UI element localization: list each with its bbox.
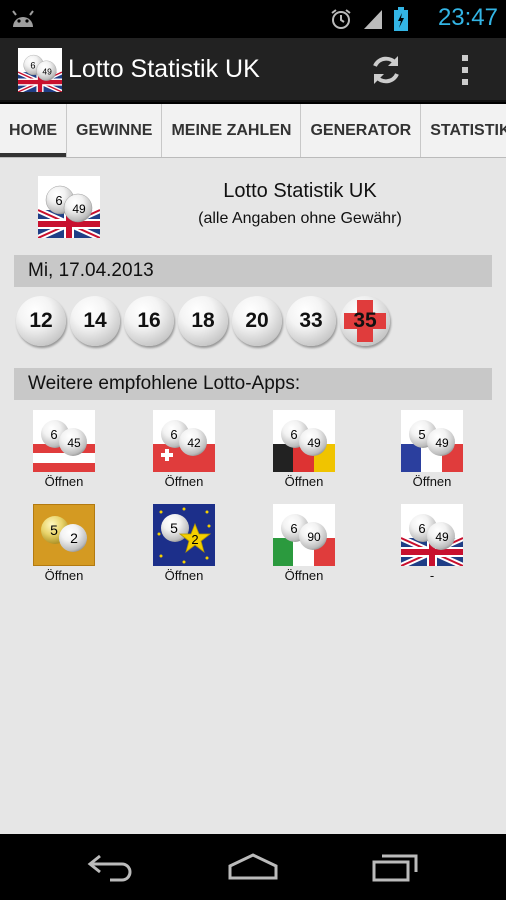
open-link[interactable]: Öffnen — [14, 568, 114, 583]
signal-icon — [364, 10, 382, 29]
svg-text:5: 5 — [50, 522, 58, 538]
svg-text:49: 49 — [42, 66, 52, 76]
tab-bar: HOME GEWINNE MEINE ZAHLEN GENERATOR STAT… — [0, 104, 506, 158]
app-title: Lotto Statistik UK — [68, 55, 260, 83]
lotto-6-49-uk-icon: 6 49 — [401, 504, 463, 566]
svg-text:2: 2 — [191, 532, 198, 547]
open-link[interactable]: Öffnen — [254, 474, 354, 489]
tab-home[interactable]: HOME — [0, 104, 67, 157]
svg-text:6: 6 — [50, 427, 57, 442]
svg-text:90: 90 — [307, 530, 321, 544]
open-link[interactable]: Öffnen — [134, 568, 234, 583]
svg-text:49: 49 — [72, 202, 86, 216]
svg-text:6: 6 — [30, 61, 35, 71]
draw-date: Mi, 17.04.2013 — [14, 255, 492, 287]
lotto-5-49-france-icon[interactable]: 5 49 — [401, 410, 463, 472]
app-tile[interactable]: 6 49 Öffnen — [254, 410, 354, 489]
svg-text:6: 6 — [418, 521, 425, 536]
app-tile[interactable]: 5 49 Öffnen — [382, 410, 482, 489]
svg-text:49: 49 — [307, 436, 321, 450]
svg-text:42: 42 — [187, 436, 201, 450]
open-link[interactable]: Öffnen — [254, 568, 354, 583]
tab-gewinne[interactable]: GEWINNE — [67, 104, 163, 157]
lotto-5-2-gold-icon[interactable]: 5 2 — [33, 504, 95, 566]
euromillions-5-2-icon[interactable]: 5 2 — [153, 504, 215, 566]
tab-generator[interactable]: GENERATOR — [301, 104, 422, 157]
bonus-ball: 35 — [340, 296, 390, 346]
svg-text:2: 2 — [70, 530, 78, 546]
lotto-uk-logo: 6 49 — [38, 176, 100, 238]
lotto-6-42-switzerland-icon[interactable]: 6 42 — [153, 410, 215, 472]
battery-icon — [394, 7, 408, 31]
svg-text:45: 45 — [67, 436, 81, 450]
overflow-menu-icon[interactable] — [455, 52, 475, 88]
draw-numbers: 12 14 16 18 20 33 35 — [16, 296, 390, 346]
app-tile[interactable]: 6 42 Öffnen — [134, 410, 234, 489]
svg-text:6: 6 — [290, 427, 297, 442]
lotto-ball: 14 — [70, 296, 120, 346]
recommended-heading: Weitere empfohlene Lotto-Apps: — [14, 368, 492, 400]
open-link[interactable]: Öffnen — [382, 474, 482, 489]
bonus-number: 35 — [353, 309, 377, 332]
action-bar: 6 49 Lotto Statistik UK — [0, 38, 506, 102]
app-logo-uk[interactable]: 6 49 — [18, 48, 62, 92]
app-tile[interactable]: 6 90 Öffnen — [254, 504, 354, 583]
svg-text:49: 49 — [435, 436, 449, 450]
svg-text:5: 5 — [170, 520, 178, 536]
lotto-6-45-austria-icon[interactable]: 6 45 — [33, 410, 95, 472]
open-link[interactable]: Öffnen — [14, 474, 114, 489]
lotto-ball: 33 — [286, 296, 336, 346]
app-tile[interactable]: 5 2 Öffnen — [134, 504, 234, 583]
svg-text:6: 6 — [290, 521, 297, 536]
lotto-ball: 18 — [178, 296, 228, 346]
alarm-icon — [331, 9, 351, 29]
clock: 23:47 — [437, 4, 498, 31]
refresh-icon[interactable] — [368, 52, 404, 88]
svg-text:5: 5 — [418, 427, 425, 442]
navigation-bar — [0, 834, 506, 900]
app-label: - — [429, 568, 435, 583]
lotto-ball: 16 — [124, 296, 174, 346]
lotto-ball: 12 — [16, 296, 66, 346]
lotto-6-49-germany-icon[interactable]: 6 49 — [273, 410, 335, 472]
svg-text:6: 6 — [55, 193, 62, 208]
svg-text:6: 6 — [170, 427, 177, 442]
app-tile: 6 49 - — [382, 504, 482, 583]
lotto-ball: 20 — [232, 296, 282, 346]
app-tile[interactable]: 6 45 Öffnen — [14, 410, 114, 489]
recent-apps-icon[interactable] — [370, 852, 420, 882]
home-icon[interactable] — [226, 852, 280, 882]
tab-meine-zahlen[interactable]: MEINE ZAHLEN — [162, 104, 302, 157]
home-content: 6 49 Lotto Statistik UK (alle Angaben oh… — [0, 158, 506, 834]
svg-text:49: 49 — [435, 530, 449, 544]
lotto-6-90-italy-icon[interactable]: 6 90 — [273, 504, 335, 566]
open-link[interactable]: Öffnen — [134, 474, 234, 489]
tab-statistik[interactable]: STATISTIK — [421, 104, 506, 157]
header-subtitle: (alle Angaben ohne Gewähr) — [198, 210, 402, 227]
status-bar: 23:47 — [0, 0, 506, 38]
back-icon[interactable] — [86, 852, 136, 882]
app-tile[interactable]: 5 2 Öffnen — [14, 504, 114, 583]
android-icon — [12, 10, 34, 27]
header-title: Lotto Statistik UK — [223, 180, 377, 202]
